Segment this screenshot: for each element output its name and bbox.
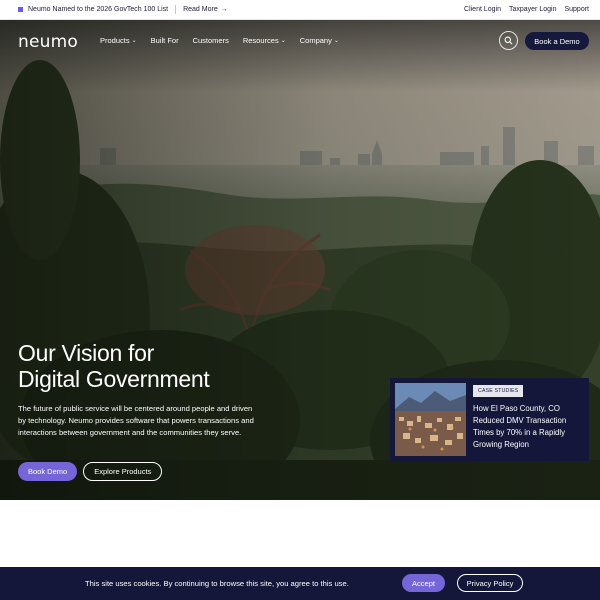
hero-cta-group: Book Demo Explore Products xyxy=(18,462,163,481)
main-nav: neumo Products ⌄ Built For Customers Res… xyxy=(0,31,600,52)
nav-item-resources[interactable]: Resources ⌄ xyxy=(243,36,286,45)
read-more-label: Read More xyxy=(183,6,218,13)
explore-products-button[interactable]: Explore Products xyxy=(83,462,163,481)
divider xyxy=(175,5,177,14)
nav-item-label: Products xyxy=(100,36,130,45)
privacy-policy-button[interactable]: Privacy Policy xyxy=(457,574,523,592)
case-study-thumbnail xyxy=(395,383,466,456)
book-demo-button[interactable]: Book Demo xyxy=(18,462,78,481)
taxpayer-login-link[interactable]: Taxpayer Login xyxy=(509,6,556,13)
read-more-link[interactable]: Read More → xyxy=(183,6,228,13)
nav-item-label: Resources xyxy=(242,36,279,45)
nav-menu: Products ⌄ Built For Customers Resources… xyxy=(100,36,353,45)
headline-line-2: Digital Government xyxy=(18,366,210,392)
hero-headline: Our Vision for Digital Government xyxy=(18,340,278,392)
announcement-text: Neumo Named to the 2026 GovTech 100 List xyxy=(28,6,169,13)
announcement-bar: Neumo Named to the 2026 GovTech 100 List… xyxy=(0,0,600,20)
case-study-card[interactable]: CASE STUDIES How El Paso County, CO Redu… xyxy=(390,378,589,461)
client-login-link[interactable]: Client Login xyxy=(464,6,501,13)
neumo-logo[interactable]: neumo xyxy=(18,32,78,52)
chevron-down-icon: ⌄ xyxy=(131,38,137,44)
case-study-image xyxy=(395,383,466,456)
chevron-down-icon: ⌄ xyxy=(280,38,286,44)
chevron-down-icon: ⌄ xyxy=(333,38,339,44)
nav-item-customers[interactable]: Customers xyxy=(193,36,229,45)
nav-item-products[interactable]: Products ⌄ xyxy=(100,36,137,45)
nav-item-company[interactable]: Company ⌄ xyxy=(300,36,339,45)
cookie-message: This site uses cookies. By continuing to… xyxy=(85,579,349,588)
nav-item-built-for[interactable]: Built For xyxy=(151,36,179,45)
arrow-right-icon: → xyxy=(220,6,228,13)
announcement-left: Neumo Named to the 2026 GovTech 100 List… xyxy=(18,5,228,14)
hero-description: The future of public service will be cen… xyxy=(18,404,254,437)
case-studies-tag: CASE STUDIES xyxy=(473,385,524,397)
search-button[interactable] xyxy=(499,31,518,50)
nav-item-label: Built For xyxy=(150,36,179,45)
nav-item-label: Customers xyxy=(192,36,229,45)
headline-line-1: Our Vision for xyxy=(18,340,154,366)
nav-item-label: Company xyxy=(299,36,332,45)
case-study-title: How El Paso County, CO Reduced DMV Trans… xyxy=(473,404,567,449)
book-a-demo-button[interactable]: Book a Demo xyxy=(525,32,589,50)
support-link[interactable]: Support xyxy=(564,6,589,13)
accept-cookies-button[interactable]: Accept xyxy=(402,574,445,592)
utility-links: Client Login Taxpayer Login Support xyxy=(464,6,589,13)
search-icon xyxy=(504,36,513,45)
cookie-banner: This site uses cookies. By continuing to… xyxy=(0,567,600,600)
announcement-square-icon xyxy=(18,7,23,12)
